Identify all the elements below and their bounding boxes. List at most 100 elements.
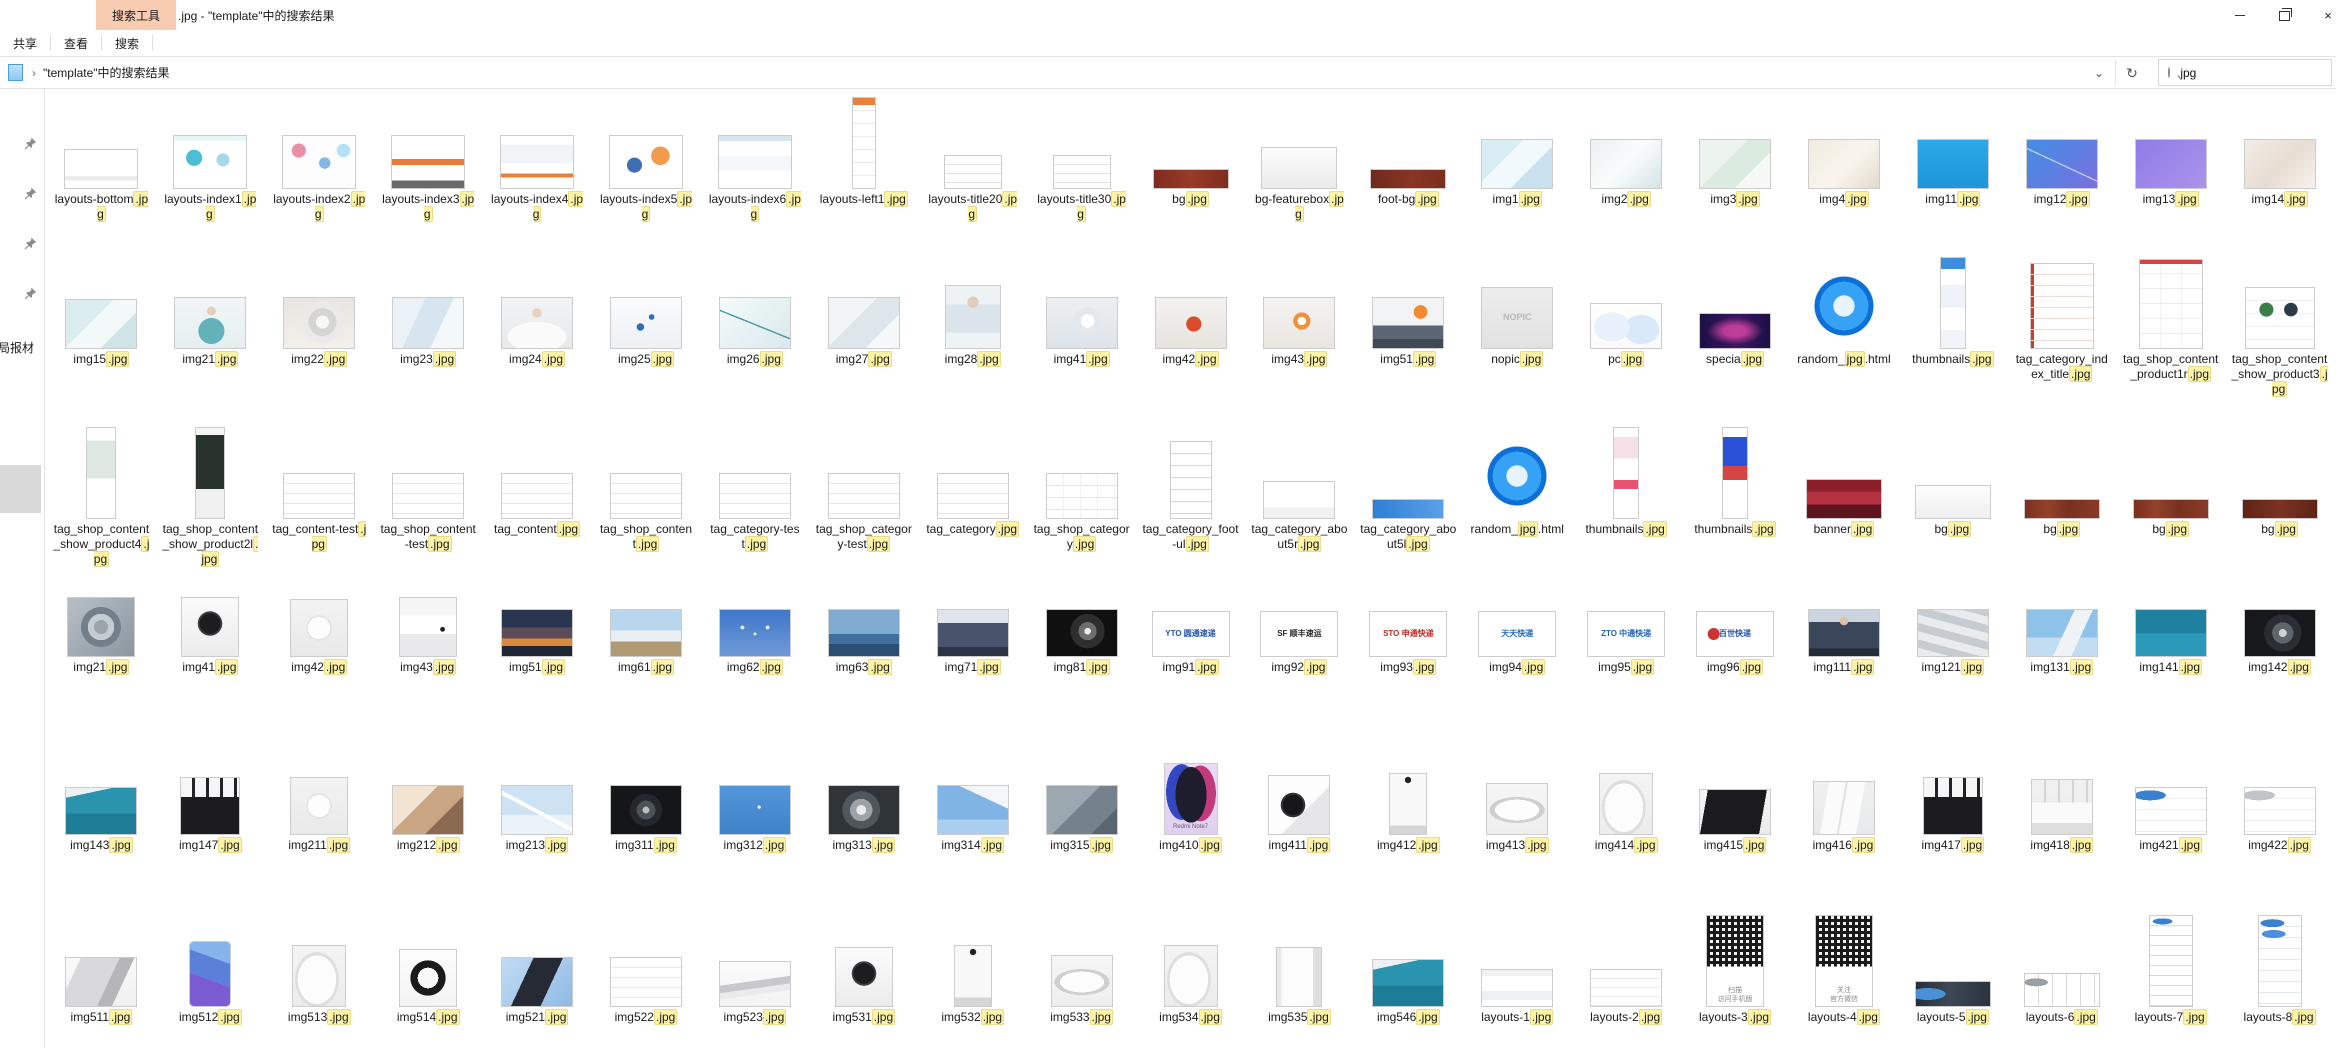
file-item[interactable]: img41.jpg [156, 591, 265, 759]
file-item[interactable]: img81.jpg [1027, 591, 1136, 759]
file-item[interactable]: img417.jpg [1898, 759, 2007, 929]
file-item[interactable]: tag_shop_content_show_product3.jpg [2225, 253, 2334, 423]
file-item[interactable]: img63.jpg [809, 591, 918, 759]
file-item[interactable]: img71.jpg [918, 591, 1027, 759]
restore-button[interactable] [2262, 0, 2306, 30]
file-item[interactable]: img27.jpg [809, 253, 918, 423]
file-item[interactable]: img514.jpg [374, 929, 483, 1047]
file-item[interactable]: img51.jpg [483, 591, 592, 759]
file-item[interactable]: img512.jpg [156, 929, 265, 1047]
file-item[interactable]: tag_category-test.jpg [700, 423, 809, 591]
file-item[interactable]: random_jpg.html [1463, 423, 1572, 591]
sidebar-selected-item[interactable] [0, 465, 41, 513]
file-item[interactable]: img147.jpg [156, 759, 265, 929]
file-item[interactable]: thumbnails.jpg [1681, 423, 1790, 591]
file-item[interactable]: layouts-left1.jpg [809, 89, 918, 253]
file-item[interactable]: img3.jpg [1681, 89, 1790, 253]
file-item[interactable]: img313.jpg [809, 759, 918, 929]
breadcrumb[interactable]: "template"中的搜索结果 [43, 64, 170, 81]
file-item[interactable]: YTO 圆通速递img91.jpg [1136, 591, 1245, 759]
file-item[interactable]: tag_shop_content_product1r.jpg [2116, 253, 2225, 423]
file-item[interactable]: img43.jpg [1245, 253, 1354, 423]
file-item[interactable]: img22.jpg [265, 253, 374, 423]
file-item[interactable]: img314.jpg [918, 759, 1027, 929]
file-item[interactable]: img62.jpg [700, 591, 809, 759]
file-item[interactable]: bg-featurebox.jpg [1245, 89, 1354, 253]
file-item[interactable]: img511.jpg [47, 929, 156, 1047]
file-item[interactable]: img513.jpg [265, 929, 374, 1047]
file-item[interactable]: tag_category_index_title.jpg [2007, 253, 2116, 423]
pin-icon[interactable] [24, 137, 37, 150]
file-item[interactable]: img415.jpg [1681, 759, 1790, 929]
file-item[interactable]: img42.jpg [265, 591, 374, 759]
file-item[interactable]: img14.jpg [2225, 89, 2334, 253]
file-item[interactable]: layouts-2.jpg [1572, 929, 1681, 1047]
file-item[interactable]: img21.jpg [156, 253, 265, 423]
file-item[interactable]: tag_category_about5r.jpg [1245, 423, 1354, 591]
file-item[interactable]: 百世快递img96.jpg [1681, 591, 1790, 759]
file-item[interactable]: img418.jpg [2007, 759, 2116, 929]
file-item[interactable]: 关注 官方微信layouts-4.jpg [1790, 929, 1899, 1047]
file-item[interactable]: img315.jpg [1027, 759, 1136, 929]
file-item[interactable]: tag_shop_content.jpg [592, 423, 701, 591]
file-item[interactable]: layouts-6.jpg [2007, 929, 2116, 1047]
file-item[interactable]: tag_content.jpg [483, 423, 592, 591]
tab-share[interactable]: 共享 [0, 30, 50, 56]
file-item[interactable]: img312.jpg [700, 759, 809, 929]
file-item[interactable]: tag_category.jpg [918, 423, 1027, 591]
pin-icon[interactable] [24, 187, 37, 200]
file-item[interactable]: img522.jpg [592, 929, 701, 1047]
file-item[interactable]: img416.jpg [1790, 759, 1899, 929]
file-item[interactable]: Redmi Note7img410.jpg [1136, 759, 1245, 929]
file-item[interactable]: img111.jpg [1790, 591, 1899, 759]
file-item[interactable]: img532.jpg [918, 929, 1027, 1047]
file-item[interactable]: img422.jpg [2225, 759, 2334, 929]
search-box[interactable]: × [2158, 59, 2332, 86]
file-item[interactable]: 扫描 访问手机版layouts-3.jpg [1681, 929, 1790, 1047]
file-item[interactable]: layouts-index4.jpg [483, 89, 592, 253]
file-item[interactable]: img4.jpg [1790, 89, 1899, 253]
file-item[interactable]: img131.jpg [2007, 591, 2116, 759]
file-item[interactable]: SF 顺丰速运img92.jpg [1245, 591, 1354, 759]
file-item[interactable]: layouts-title30.jpg [1027, 89, 1136, 253]
file-item[interactable]: img421.jpg [2116, 759, 2225, 929]
file-item[interactable]: img413.jpg [1463, 759, 1572, 929]
search-tools-contextual-tab[interactable]: 搜索工具 [96, 0, 176, 30]
file-item[interactable]: img2.jpg [1572, 89, 1681, 253]
file-item[interactable]: tag_shop_content_show_product4.jpg [47, 423, 156, 591]
file-item[interactable]: img546.jpg [1354, 929, 1463, 1047]
file-item[interactable]: img24.jpg [483, 253, 592, 423]
file-item[interactable]: layouts-index6.jpg [700, 89, 809, 253]
file-item[interactable]: img311.jpg [592, 759, 701, 929]
file-item[interactable]: layouts-bottom.jpg [47, 89, 156, 253]
file-item[interactable]: img521.jpg [483, 929, 592, 1047]
file-item[interactable]: tag_shop_content-test.jpg [374, 423, 483, 591]
search-input[interactable] [2177, 66, 2332, 80]
file-item[interactable]: img41.jpg [1027, 253, 1136, 423]
file-item[interactable]: img121.jpg [1898, 591, 2007, 759]
file-item[interactable]: NOPICnopic.jpg [1463, 253, 1572, 423]
file-item[interactable]: img51.jpg [1354, 253, 1463, 423]
file-item[interactable]: layouts-index5.jpg [592, 89, 701, 253]
file-item[interactable]: img28.jpg [918, 253, 1027, 423]
file-item[interactable]: layouts-index3.jpg [374, 89, 483, 253]
file-item[interactable]: bg.jpg [2225, 423, 2334, 591]
pin-icon[interactable] [24, 237, 37, 250]
file-item[interactable]: layouts-1.jpg [1463, 929, 1572, 1047]
file-item[interactable]: img26.jpg [700, 253, 809, 423]
file-item[interactable]: img533.jpg [1027, 929, 1136, 1047]
file-item[interactable]: img61.jpg [592, 591, 701, 759]
file-item[interactable]: img212.jpg [374, 759, 483, 929]
file-item[interactable]: tag_content-test.jpg [265, 423, 374, 591]
file-item[interactable]: img143.jpg [47, 759, 156, 929]
pin-icon[interactable] [24, 287, 37, 300]
file-item[interactable]: pc.jpg [1572, 253, 1681, 423]
address-dropdown-button[interactable]: ⌄ [2083, 60, 2115, 85]
file-item[interactable]: img141.jpg [2116, 591, 2225, 759]
close-button[interactable]: × [2306, 0, 2336, 30]
file-item[interactable]: img534.jpg [1136, 929, 1245, 1047]
file-item[interactable]: random_jpg.html [1790, 253, 1899, 423]
file-item[interactable]: img211.jpg [265, 759, 374, 929]
file-item[interactable]: layouts-7.jpg [2116, 929, 2225, 1047]
file-item[interactable]: img23.jpg [374, 253, 483, 423]
